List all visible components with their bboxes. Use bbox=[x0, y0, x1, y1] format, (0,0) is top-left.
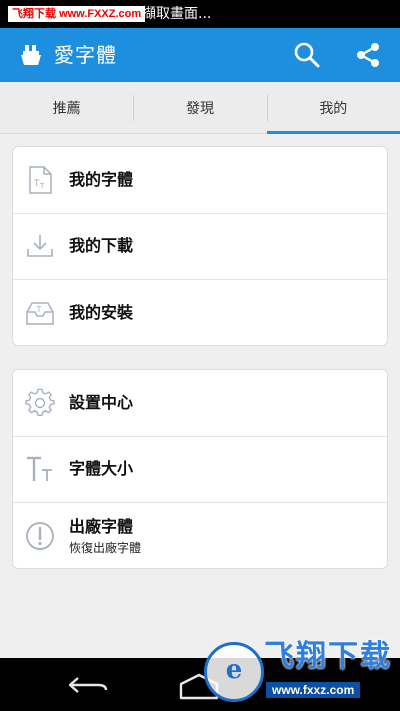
app-logo-icon bbox=[21, 45, 41, 65]
status-bar: 飞翔下载 www.FXXZ.com 擷取畫面... bbox=[0, 0, 400, 28]
install-tray-icon: T bbox=[26, 302, 54, 326]
list-item-label: 設置中心 bbox=[69, 392, 134, 412]
back-icon[interactable] bbox=[66, 674, 110, 696]
list-item-sublabel: 恢復出廠字體 bbox=[69, 541, 142, 556]
svg-text:T: T bbox=[39, 182, 45, 190]
list-item-my-downloads[interactable]: 我的下載 bbox=[13, 214, 387, 281]
list-item-font-size[interactable]: 字體大小 bbox=[13, 437, 387, 504]
status-text: 擷取畫面... bbox=[142, 6, 212, 22]
status-watermark-url: www.FXXZ.com bbox=[59, 8, 142, 20]
share-icon[interactable] bbox=[354, 41, 382, 69]
watermark-logo-glyph: e bbox=[225, 655, 243, 685]
status-watermark: 飞翔下载 www.FXXZ.com bbox=[8, 6, 146, 22]
status-watermark-site: 飞翔下载 bbox=[12, 8, 56, 20]
svg-text:T: T bbox=[33, 179, 40, 189]
tab-mine[interactable]: 我的 bbox=[266, 82, 400, 134]
font-file-icon: T T bbox=[29, 166, 52, 194]
tab-bar: 推薦 發現 我的 bbox=[0, 82, 400, 134]
list-item-label: 我的下載 bbox=[69, 236, 134, 256]
watermark-title: 飞翔下载 bbox=[264, 639, 392, 674]
watermark-url: www.fxxz.com bbox=[266, 682, 361, 698]
tab-recommend[interactable]: 推薦 bbox=[0, 82, 133, 133]
tab-label: 我的 bbox=[319, 100, 348, 117]
list-item-factory-fonts[interactable]: 出廠字體 恢復出廠字體 bbox=[13, 503, 387, 568]
search-icon[interactable] bbox=[293, 41, 321, 69]
list-item-my-fonts[interactable]: T T 我的字體 bbox=[13, 147, 387, 214]
tab-label: 發現 bbox=[185, 100, 214, 117]
tab-label: 推薦 bbox=[52, 100, 81, 117]
list-item-label: 字體大小 bbox=[69, 459, 134, 479]
watermark-logo: e bbox=[204, 642, 264, 702]
tab-discover[interactable]: 發現 bbox=[133, 82, 266, 133]
svg-text:T: T bbox=[36, 305, 42, 314]
download-icon bbox=[27, 235, 53, 258]
list-item-settings[interactable]: 設置中心 bbox=[13, 370, 387, 437]
settings-section-card: 設置中心 字體大小 出廠字體 恢復出廠字體 bbox=[12, 369, 388, 569]
font-size-icon bbox=[27, 457, 52, 482]
site-watermark: e 飞翔下载 www.fxxz.com bbox=[200, 636, 396, 704]
gear-icon bbox=[25, 388, 55, 416]
app-bar: 愛字體 bbox=[0, 28, 400, 82]
list-item-label: 我的安裝 bbox=[69, 303, 134, 323]
exclamation-circle-icon bbox=[26, 522, 54, 551]
my-section-card: T T 我的字體 我的下載 T 我的安裝 bbox=[12, 146, 388, 346]
app-title: 愛字體 bbox=[54, 43, 117, 67]
list-item-label: 我的字體 bbox=[69, 169, 134, 189]
list-item-my-installs[interactable]: T 我的安裝 bbox=[13, 280, 387, 345]
list-item-label: 出廠字體 bbox=[69, 517, 134, 537]
